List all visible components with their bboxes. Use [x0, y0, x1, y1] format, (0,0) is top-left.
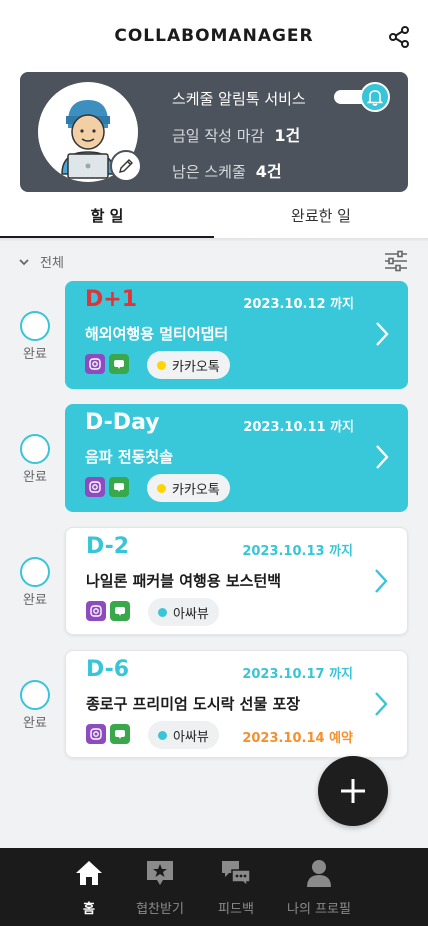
nav-feedback[interactable]: 피드백 — [191, 848, 281, 926]
dday-label: D-2 — [86, 534, 130, 559]
edit-profile-button[interactable] — [110, 150, 142, 182]
platform-icons — [85, 477, 133, 497]
add-task-button[interactable] — [318, 756, 388, 826]
channel-dot — [158, 730, 167, 740]
chevron-down-icon — [19, 258, 29, 265]
complete-checkbox[interactable] — [20, 557, 50, 587]
remaining-schedule: 남은 스케줄 4건 — [172, 158, 282, 182]
blog-icon — [109, 477, 129, 497]
profile-card: 스케줄 알림톡 서비스 금일 작성 마감 1건 남은 스케줄 4건 — [20, 72, 408, 192]
channel-dot — [157, 483, 166, 493]
nav-my-profile[interactable]: 나의 프로필 — [274, 848, 364, 926]
complete-checkbox[interactable] — [20, 680, 50, 710]
bottom-nav: 홈 협찬받기 피드백 나의 프로필 — [0, 848, 428, 926]
sliders-icon[interactable] — [384, 250, 408, 272]
channel-label: 카카오톡 — [172, 482, 220, 498]
task-card[interactable]: D-6 2023.10.17 까지 종로구 프리미엄 도시락 선물 포장 아싸뷰… — [65, 650, 408, 758]
filter-row: 전체 — [0, 250, 428, 274]
instagram-icon — [86, 724, 106, 744]
complete-label: 완료 — [23, 347, 47, 362]
task-row: 완료 D-6 2023.10.17 까지 종로구 프리미엄 도시락 선물 포장 … — [0, 650, 428, 760]
complete-checkbox[interactable] — [20, 434, 50, 464]
chevron-right-icon — [373, 568, 389, 594]
task-card[interactable]: D-Day 2023.10.11 까지 음파 전동칫솔 카카오톡 — [65, 404, 408, 512]
platform-icons — [86, 724, 134, 744]
complete-label: 완료 — [23, 716, 47, 731]
bell-icon — [360, 82, 390, 112]
tab-todo[interactable]: 할 일 — [0, 196, 214, 240]
blog-icon — [110, 601, 130, 621]
due-date: 2023.10.12 까지 — [243, 297, 354, 312]
channel-chip: 아싸뷰 — [148, 598, 219, 626]
channel-chip: 카카오톡 — [147, 351, 230, 379]
share-icon[interactable] — [388, 26, 410, 48]
task-card[interactable]: D-2 2023.10.13 까지 나일론 패커블 여행용 보스턴백 아싸뷰 — [65, 527, 408, 635]
product-name: 음파 전동칫솔 — [85, 448, 174, 466]
product-name: 나일론 패커블 여행용 보스턴백 — [86, 572, 282, 590]
divider — [0, 238, 428, 242]
product-name: 종로구 프리미엄 도시락 선물 포장 — [86, 695, 301, 713]
alimtalk-toggle[interactable] — [334, 82, 390, 112]
task-row: 완료 D+1 2023.10.12 까지 해외여행용 멀티어댑터 카카오톡 — [0, 281, 428, 391]
dday-label: D+1 — [85, 287, 138, 312]
channel-chip: 아싸뷰 — [148, 721, 219, 749]
app-title: COLLABOMANAGER — [114, 26, 314, 46]
remaining-count: 4건 — [255, 162, 282, 181]
chevron-right-icon — [373, 691, 389, 717]
alimtalk-service-label: 스케줄 알림톡 서비스 — [172, 90, 306, 108]
product-name: 해외여행용 멀티어댑터 — [85, 325, 229, 343]
chat-icon — [222, 861, 251, 888]
task-card[interactable]: D+1 2023.10.12 까지 해외여행용 멀티어댑터 카카오톡 — [65, 281, 408, 389]
dday-label: D-6 — [86, 657, 130, 682]
instagram-icon — [86, 601, 106, 621]
complete-checkbox[interactable] — [20, 311, 50, 341]
reservation-date: 2023.10.14 예약 — [242, 731, 353, 746]
deadline-today: 금일 작성 마감 1건 — [172, 122, 300, 146]
star-icon — [147, 861, 173, 885]
filter-dropdown[interactable]: 전체 — [18, 252, 64, 271]
instagram-icon — [85, 354, 105, 374]
instagram-icon — [85, 477, 105, 497]
deadline-label: 금일 작성 마감 — [172, 127, 265, 145]
platform-icons — [85, 354, 133, 374]
pencil-icon — [119, 159, 133, 173]
tab-completed[interactable]: 완료한 일 — [214, 196, 428, 240]
blog-icon — [109, 354, 129, 374]
platform-icons — [86, 601, 134, 621]
channel-chip: 카카오톡 — [147, 474, 230, 502]
chevron-right-icon — [374, 321, 390, 347]
task-row: 완료 D-2 2023.10.13 까지 나일론 패커블 여행용 보스턴백 아싸… — [0, 527, 428, 637]
chevron-right-icon — [374, 444, 390, 470]
complete-label: 완료 — [23, 593, 47, 608]
blog-icon — [110, 724, 130, 744]
remaining-label: 남은 스케줄 — [172, 163, 246, 181]
channel-label: 카카오톡 — [172, 359, 220, 375]
nav-label: 피드백 — [218, 902, 254, 917]
channel-dot — [157, 360, 166, 370]
header: COLLABOMANAGER 스케줄 알림톡 서비스 금일 작성 마감 1건 남… — [0, 0, 428, 238]
channel-label: 아싸뷰 — [173, 729, 209, 745]
home-icon — [76, 861, 102, 885]
channel-dot — [158, 607, 167, 617]
task-row: 완료 D-Day 2023.10.11 까지 음파 전동칫솔 카카오톡 — [0, 404, 428, 514]
filter-label: 전체 — [40, 256, 64, 271]
complete-label: 완료 — [23, 470, 47, 485]
due-date: 2023.10.13 까지 — [242, 544, 353, 559]
due-date: 2023.10.17 까지 — [242, 667, 353, 682]
dday-label: D-Day — [85, 410, 160, 435]
due-date: 2023.10.11 까지 — [243, 420, 354, 435]
task-tabs: 할 일 완료한 일 — [0, 196, 428, 240]
person-icon — [307, 860, 331, 887]
deadline-count: 1건 — [274, 126, 301, 145]
nav-label: 나의 프로필 — [287, 902, 351, 917]
plus-icon — [341, 779, 365, 803]
channel-label: 아싸뷰 — [173, 606, 209, 622]
